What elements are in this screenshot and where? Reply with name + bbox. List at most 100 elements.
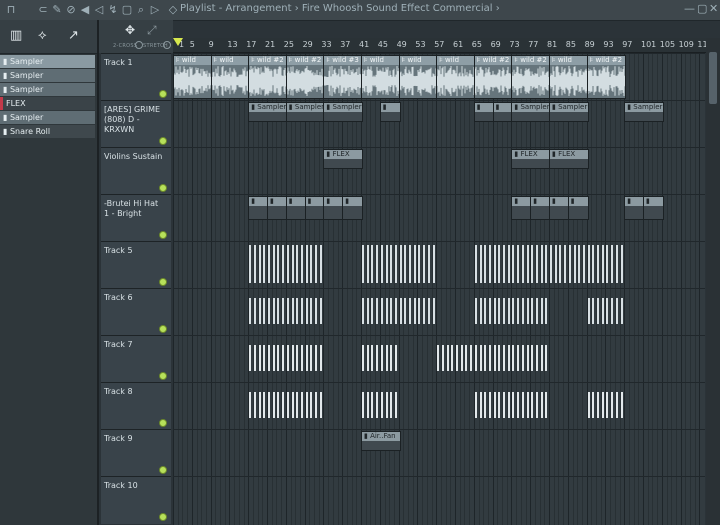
curve-icon[interactable]: ↗ <box>68 28 79 43</box>
playlist-clip[interactable]: ▮ <box>530 196 551 220</box>
playlist-clip[interactable]: ▮ Sampler <box>285 102 326 122</box>
playlist-clip[interactable]: ▮ <box>379 102 401 122</box>
crossfade-label[interactable]: 2-CROSS <box>113 43 137 49</box>
move-tool-icon[interactable]: ✥ <box>125 23 135 37</box>
fl-logo-icon[interactable]: ⊓ <box>4 3 18 17</box>
note-stripe <box>568 245 571 283</box>
resize-icon[interactable]: ⤢ <box>147 23 157 38</box>
playlist-clip[interactable]: ▮ <box>624 196 645 220</box>
playlist-clip[interactable]: ▮ <box>267 196 288 220</box>
note-stripe <box>310 392 313 418</box>
maximize-button[interactable]: ▢ <box>697 2 707 15</box>
note-stripe <box>503 245 505 283</box>
track-header[interactable]: Track 10 <box>101 476 171 524</box>
playlist-clip[interactable]: ⊧ wild <box>436 55 476 99</box>
vertical-scrollbar[interactable] <box>706 38 720 525</box>
track-mute-led[interactable] <box>159 513 167 521</box>
track-mute-led[interactable] <box>159 419 167 427</box>
playlist-clip[interactable]: ▮ Air..Fan <box>361 431 401 451</box>
playlist-clip[interactable]: ▮ <box>304 196 326 220</box>
playhead-marker[interactable] <box>173 38 183 46</box>
playlist-clip[interactable]: ⊧ wild #2 <box>511 55 551 99</box>
minimize-button[interactable]: — <box>684 2 695 15</box>
stretch-knob[interactable] <box>163 41 171 49</box>
track-header[interactable]: [ARES] GRIME (808) D - KRXWN <box>101 100 171 148</box>
playlist-clip[interactable]: ▮ <box>567 196 589 220</box>
playlist-clip[interactable]: ▮ <box>248 196 269 220</box>
track-mute-led[interactable] <box>159 231 167 239</box>
playlist-clip[interactable]: ⊧ wild #3 <box>323 55 363 99</box>
clip-source-item[interactable]: ▮ Snare Roll <box>0 125 95 138</box>
clip-source-item[interactable]: FLEX <box>0 97 95 110</box>
track-lane[interactable] <box>173 429 705 477</box>
mute-icon[interactable]: ◀ <box>78 3 92 17</box>
playlist-clip[interactable]: ▮ <box>511 196 533 220</box>
playlist-clip[interactable]: ▮ Sampler <box>248 102 288 122</box>
track-lane[interactable] <box>173 476 705 524</box>
note-stripe <box>272 298 275 324</box>
wave-icon[interactable]: ⟡ <box>38 28 47 43</box>
playlist-clip[interactable]: ⊧ wild <box>549 55 589 99</box>
playlist-clip[interactable]: ▮ FLEX <box>323 149 363 169</box>
crossfade-knob[interactable] <box>135 41 143 49</box>
track-mute-led[interactable] <box>159 278 167 286</box>
track-header[interactable]: Track 7 <box>101 335 171 383</box>
playlist-clip[interactable]: ▮ <box>492 102 514 122</box>
magnet-icon[interactable]: ⊂ <box>36 3 50 17</box>
track-mute-led[interactable] <box>159 325 167 333</box>
track-header[interactable]: -Brutei Hi Hat 1 - Bright <box>101 194 171 242</box>
track-lane[interactable] <box>173 241 705 289</box>
track-lane[interactable] <box>173 288 705 336</box>
playlist-clip[interactable]: ▮ <box>323 196 345 220</box>
track-mute-led[interactable] <box>159 90 167 98</box>
clip-label: ▮ <box>305 197 325 206</box>
track-header[interactable]: Violins Sustain <box>101 147 171 195</box>
playlist-clip[interactable]: ▮ Sampler <box>549 102 589 122</box>
playlist-clip[interactable]: ⊧ wild #2 <box>248 55 288 99</box>
playlist-clip[interactable]: ⊧ wild #2 <box>285 55 326 99</box>
close-button[interactable]: ✕ <box>709 2 718 15</box>
clip-source-item[interactable]: ▮ Sampler <box>0 69 95 82</box>
slice-icon[interactable]: ↯ <box>106 3 120 17</box>
playlist-clip[interactable]: ▮ <box>643 196 664 220</box>
playlist-clip[interactable]: ▮ Sampler <box>323 102 363 122</box>
playlist-clip[interactable]: ▮ Sampler <box>624 102 664 122</box>
piano-icon[interactable]: ▥ <box>10 28 22 43</box>
delete-icon[interactable]: ⊘ <box>64 3 78 17</box>
track-header[interactable]: Track 5 <box>101 241 171 289</box>
playlist-clip[interactable]: ▮ <box>285 196 307 220</box>
timeline-ruler[interactable]: 1 5 9 13 17 21 25 29 33 37 41 45 49 53 57 61 65 69 73 77 81 8… <box>173 38 720 53</box>
clip-source-item[interactable]: ▮ Sampler <box>0 55 95 68</box>
playlist-clip[interactable]: ⊧ wild <box>210 55 251 99</box>
zoom-icon[interactable]: ⌕ <box>134 3 148 17</box>
track-header[interactable]: Track 8 <box>101 382 171 430</box>
playlist-clip[interactable]: ⊧ wild <box>361 55 401 99</box>
track-mute-led[interactable] <box>159 184 167 192</box>
playlist-clip[interactable]: ⊧ wild #2 <box>473 55 514 99</box>
track-mute-led[interactable] <box>159 466 167 474</box>
playback-icon[interactable]: ▷ <box>148 3 162 17</box>
slip-icon[interactable]: ◁ <box>92 3 106 17</box>
scroll-thumb[interactable] <box>709 52 717 104</box>
playlist-clip[interactable]: ▮ <box>342 196 363 220</box>
track-lane[interactable] <box>173 382 705 430</box>
track-lane[interactable] <box>173 147 705 195</box>
draw-icon[interactable]: ✎ <box>50 3 64 17</box>
note-stripe <box>488 298 491 324</box>
playlist-clip[interactable]: ▮ FLEX <box>549 149 589 169</box>
select-icon[interactable]: ▢ <box>120 3 134 17</box>
track-header[interactable]: Track 9 <box>101 429 171 477</box>
clip-source-item[interactable]: ▮ Sampler <box>0 83 95 96</box>
playlist-clip[interactable]: ⊧ wild #2 <box>586 55 627 99</box>
clip-source-item[interactable]: ▮ Sampler <box>0 111 95 124</box>
playlist-clip[interactable]: ▮ FLEX <box>511 149 551 169</box>
track-mute-led[interactable] <box>159 372 167 380</box>
playlist-clip[interactable]: ⊧ wild <box>398 55 439 99</box>
playlist-clip[interactable]: ▮ <box>473 102 495 122</box>
playlist-clip[interactable]: ▮ Sampler <box>511 102 551 122</box>
track-mute-led[interactable] <box>159 137 167 145</box>
track-header[interactable]: Track 6 <box>101 288 171 336</box>
arrangement-arrow-icon[interactable]: ◇ <box>166 3 180 17</box>
track-header[interactable]: Track 1 <box>101 53 171 101</box>
playlist-clip[interactable]: ▮ <box>549 196 570 220</box>
